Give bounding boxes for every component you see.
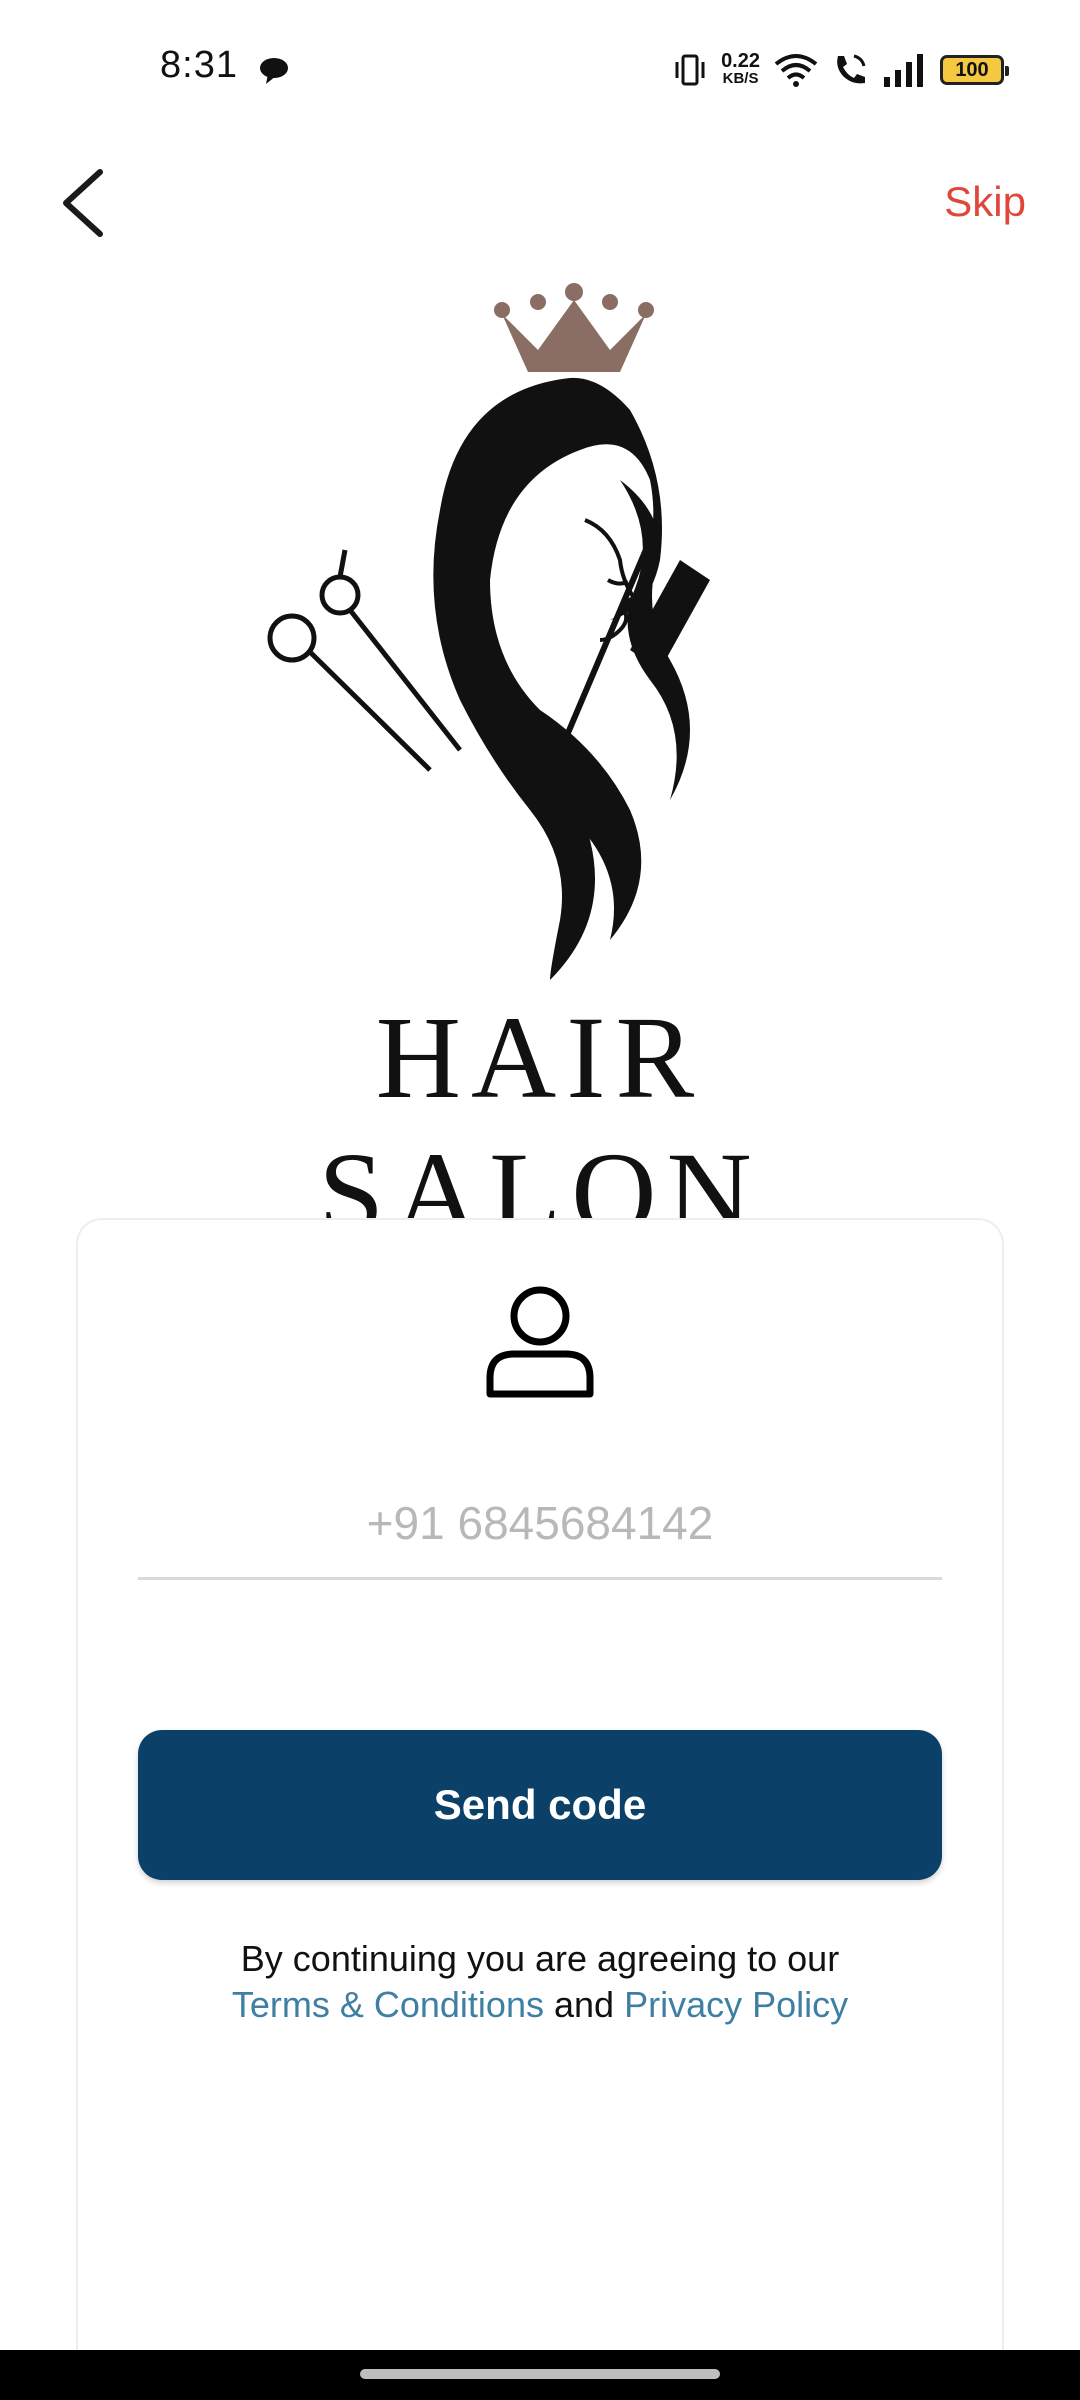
terms-conditions-link[interactable]: Terms & Conditions bbox=[232, 1984, 544, 2025]
user-icon bbox=[486, 1286, 594, 1398]
network-speed-value: 0.22 bbox=[721, 50, 760, 72]
message-bubble-icon bbox=[260, 58, 288, 84]
status-bar: 8:31 0.22 KB/S 100 bbox=[0, 0, 1080, 140]
vibrate-icon bbox=[675, 54, 705, 86]
network-speed-unit: KB/S bbox=[722, 70, 759, 87]
status-time: 8:31 bbox=[160, 44, 238, 86]
terms-text: By continuing you are agreeing to our Te… bbox=[76, 1936, 1004, 2028]
home-gesture-handle[interactable] bbox=[360, 2369, 720, 2379]
phone-number-input[interactable] bbox=[138, 1468, 942, 1580]
back-button[interactable] bbox=[54, 166, 114, 240]
login-screen: 8:31 0.22 KB/S 100 Skip HAIR SALON +91 6… bbox=[0, 0, 1080, 2400]
network-speed: 0.22 KB/S bbox=[721, 50, 760, 88]
privacy-policy-link[interactable]: Privacy Policy bbox=[624, 1984, 848, 2025]
terms-prefix: By continuing you are agreeing to our bbox=[240, 1938, 840, 1979]
battery-icon: 100 bbox=[940, 55, 1009, 85]
wifi-icon bbox=[774, 54, 818, 87]
signal-icon bbox=[884, 54, 923, 87]
send-code-button[interactable]: Send code bbox=[138, 1730, 942, 1880]
status-icons: 0.22 KB/S 100 bbox=[673, 48, 1009, 92]
skip-button[interactable]: Skip bbox=[944, 178, 1026, 226]
terms-and-text: and bbox=[553, 1984, 615, 2025]
wifi-call-icon bbox=[837, 54, 866, 84]
scissors-icon bbox=[267, 549, 462, 772]
battery-level: 100 bbox=[955, 58, 989, 81]
terms-links-line: Terms & Conditions and Privacy Policy bbox=[76, 1982, 1004, 2028]
crown-icon bbox=[494, 283, 654, 372]
